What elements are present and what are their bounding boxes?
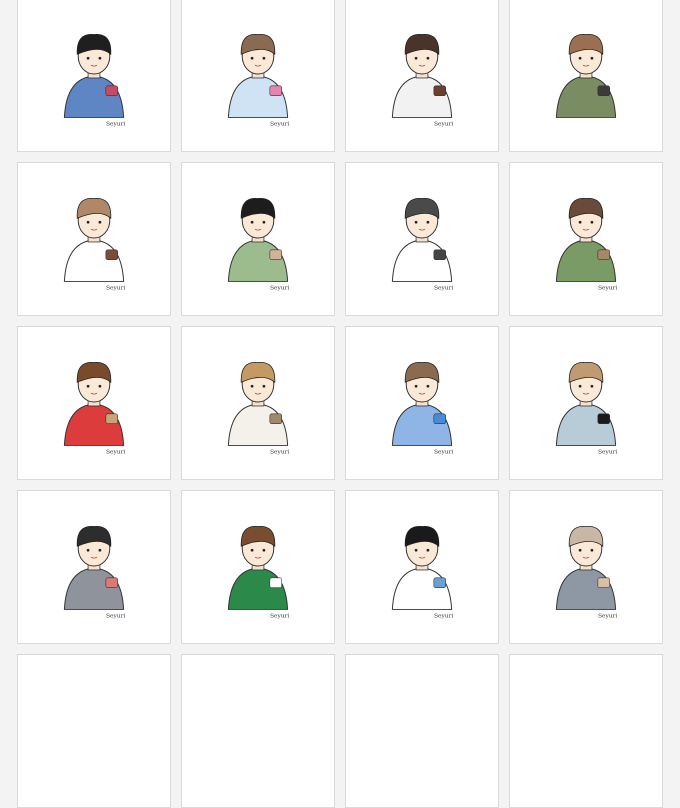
curly-hair-portrait-icon: Seyuri [391,526,454,619]
artist-signature: Seyuri [434,121,454,127]
gallery-thumbnail[interactable]: Seyuri [345,490,499,644]
artist-signature: Seyuri [434,449,454,455]
plush-toy-portrait-icon: Seyuri [391,362,454,455]
embrace-duo-icon: Seyuri [555,526,618,619]
brick-wall-duo-icon: Seyuri [63,526,126,619]
gallery-thumbnail[interactable]: Seyuri [17,326,171,480]
gallery-thumbnail[interactable]: Seyuri [509,490,663,644]
gallery-thumbnail[interactable]: Seyuri [17,162,171,316]
gallery-thumbnail[interactable]: Seyuri [181,0,335,152]
gallery-thumbnail[interactable]: Seyuri [345,0,499,152]
artist-signature: Seyuri [598,613,618,619]
artist-signature: Seyuri [106,449,126,455]
singer-with-paper-icon: Seyuri [555,362,618,455]
white-shirt-portrait-icon: Seyuri [63,198,126,291]
artist-signature: Seyuri [270,285,290,291]
striped-sweater-portrait-icon: Seyuri [227,526,290,619]
gallery-thumbnail[interactable]: Seyuri [181,490,335,644]
gallery-thumbnail[interactable]: Seyuri [17,0,171,152]
boxing-gloves-portrait-icon: Seyuri [63,362,126,455]
artist-signature: Seyuri [270,121,290,127]
gallery-thumbnail[interactable]: Seyuri [181,162,335,316]
artwork-gallery-grid: Seyuri Seyuri Seyuri Seyuri Seyuri Seyuri Seyu… [0,0,680,808]
earmuffs-portrait-icon [555,34,617,118]
artist-signature: Seyuri [270,613,290,619]
artist-signature: Seyuri [106,121,126,127]
gallery-thumbnail[interactable]: Seyuri [509,326,663,480]
gallery-thumbnail-partial[interactable] [17,654,171,808]
artist-signature: Seyuri [434,285,454,291]
gallery-thumbnail[interactable]: Seyuri [509,162,663,316]
sheep-plush-portrait-icon: Seyuri [227,34,290,127]
gallery-thumbnail[interactable]: Seyuri [345,162,499,316]
gallery-thumbnail[interactable]: Seyuri [17,490,171,644]
glasses-portrait-icon: Seyuri [63,34,126,127]
artist-signature: Seyuri [598,285,618,291]
artist-signature: Seyuri [270,449,290,455]
gallery-thumbnail[interactable] [509,0,663,152]
artist-signature: Seyuri [106,285,126,291]
gallery-thumbnail-partial[interactable] [345,654,499,808]
artist-signature: Seyuri [106,613,126,619]
gallery-thumbnail[interactable]: Seyuri [181,326,335,480]
gallery-thumbnail[interactable]: Seyuri [345,326,499,480]
standing-figure-icon: Seyuri [391,198,454,291]
gallery-thumbnail-partial[interactable] [181,654,335,808]
artist-signature: Seyuri [598,449,618,455]
two-friends-portrait-icon: Seyuri [227,362,290,455]
camo-jacket-portrait-icon: Seyuri [227,198,290,291]
gallery-thumbnail-partial[interactable] [509,654,663,808]
artist-signature: Seyuri [434,613,454,619]
sweater-portrait-icon: Seyuri [391,34,454,127]
arms-up-camo-icon: Seyuri [555,198,618,291]
